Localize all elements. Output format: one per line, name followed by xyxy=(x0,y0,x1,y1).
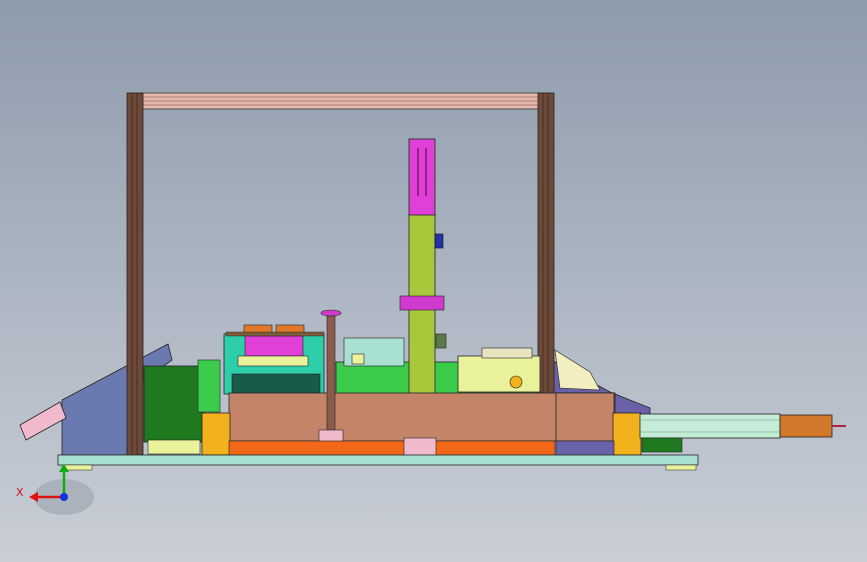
base-plate xyxy=(57,454,699,471)
yellow-cam-block xyxy=(457,347,541,393)
frame-top-beam xyxy=(141,92,540,110)
orange-bracket xyxy=(201,412,231,456)
x-axis-label: X xyxy=(16,486,24,499)
blue-knob xyxy=(434,233,444,249)
vertical-column xyxy=(399,138,447,395)
frame-post-left xyxy=(126,92,144,456)
magenta-clamp xyxy=(399,295,445,311)
orientation-triad[interactable]: X xyxy=(16,464,94,515)
column-top-block xyxy=(408,138,436,216)
bottom-orange-strip xyxy=(228,437,615,457)
main-body-block xyxy=(228,392,616,442)
slide-rail xyxy=(639,413,846,453)
left-ramp-plate xyxy=(19,401,67,441)
z-axis-point xyxy=(60,493,68,501)
left-press-assembly xyxy=(223,324,325,395)
slide-end-block xyxy=(779,414,833,438)
cad-viewport[interactable]: X xyxy=(0,0,867,562)
orange-bracket xyxy=(612,412,642,456)
